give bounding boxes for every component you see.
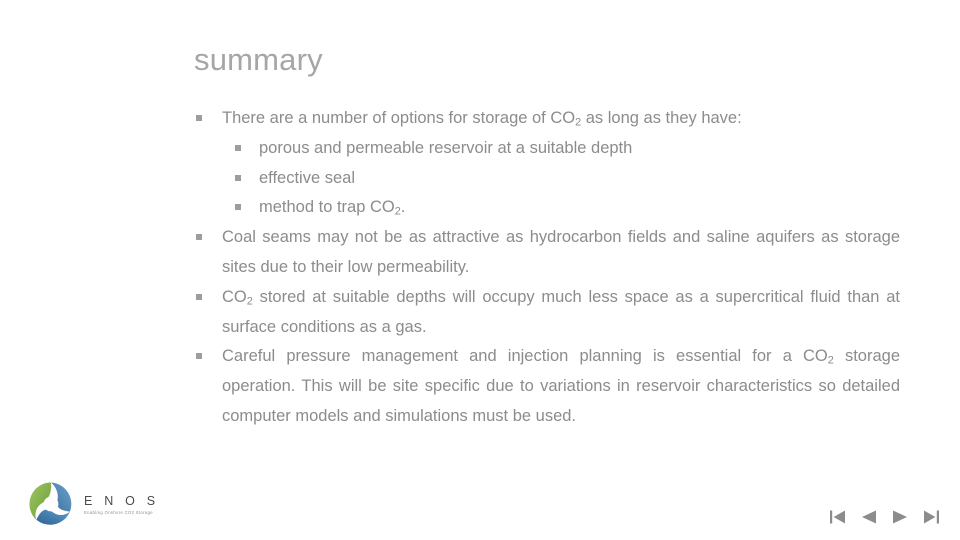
bullet-text: Coal seams may not be as attractive as h… <box>222 228 900 276</box>
bullet-item: method to trap CO2. <box>196 193 900 223</box>
square-bullet-icon <box>196 223 222 253</box>
square-bullet-icon <box>196 342 222 372</box>
square-bullet-icon <box>196 283 222 313</box>
bullet-text: method to trap CO2. <box>259 198 406 218</box>
square-bullet-icon <box>235 134 259 164</box>
bullet-item: Coal seams may not be as attractive as h… <box>196 223 900 283</box>
bullet-item: porous and permeable reservoir at a suit… <box>196 134 900 164</box>
square-bullet-icon <box>196 104 222 134</box>
enos-logo-name: E N O S <box>84 494 160 509</box>
enos-logo-tagline: Enabling Onshore CO2 Storage <box>84 509 153 515</box>
next-slide-button[interactable] <box>889 506 911 528</box>
enos-swirl-logo-icon <box>28 481 74 527</box>
slide-navigation-controls <box>827 506 942 528</box>
slide-body-content: There are a number of options for storag… <box>196 104 900 432</box>
bullet-item: CO2 stored at suitable depths will occup… <box>196 283 900 343</box>
enos-wordmark: E N O S Enabling Onshore CO2 Storage <box>84 493 159 515</box>
square-bullet-icon <box>235 164 259 194</box>
first-slide-button[interactable] <box>827 506 849 528</box>
last-slide-button[interactable] <box>920 506 942 528</box>
enos-logo: E N O S Enabling Onshore CO2 Storage <box>28 481 159 527</box>
presentation-slide: summary There are a number of options fo… <box>0 0 960 540</box>
bullet-item: effective seal <box>196 164 900 194</box>
bullet-text: porous and permeable reservoir at a suit… <box>259 138 633 157</box>
previous-slide-button[interactable] <box>858 506 880 528</box>
bullet-item: There are a number of options for storag… <box>196 104 900 134</box>
bullet-text: CO2 stored at suitable depths will occup… <box>222 287 900 336</box>
square-bullet-icon <box>235 193 259 223</box>
bullet-item: Careful pressure management and injectio… <box>196 342 900 431</box>
page-title: summary <box>194 42 323 77</box>
bullet-text: There are a number of options for storag… <box>222 109 742 129</box>
bullet-text: effective seal <box>259 168 356 187</box>
bullet-text: Careful pressure management and injectio… <box>222 347 901 425</box>
